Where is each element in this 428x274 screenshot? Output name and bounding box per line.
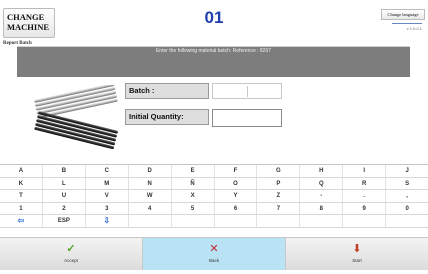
key-1[interactable]: 1 [0, 202, 43, 214]
key-z[interactable]: Z [257, 190, 301, 202]
keyboard-row: TUVWXYZ-., [0, 190, 428, 203]
key-m[interactable]: M [85, 177, 129, 189]
instruction-message: Enter the following material batch: Refe… [155, 48, 272, 54]
key-a[interactable]: A [0, 165, 43, 177]
screen-number: 01 [204, 8, 224, 27]
x-icon: ✕ [209, 243, 219, 255]
key-4[interactable]: 4 [128, 202, 172, 214]
key--[interactable]: - [300, 190, 344, 202]
key-8[interactable]: 8 [300, 202, 344, 214]
key-v[interactable]: V [85, 190, 129, 202]
change-language-button[interactable]: Change language [381, 9, 425, 20]
dark-rods [34, 111, 118, 149]
key-ñ[interactable]: Ñ [171, 177, 215, 189]
text-cursor [247, 86, 248, 97]
message-bar: Enter the following material batch: Refe… [17, 46, 410, 77]
key-q[interactable]: Q [300, 177, 344, 189]
keyboard-row: KLMNÑOPQRS [0, 177, 428, 190]
key-k[interactable]: K [0, 177, 43, 189]
key-s[interactable]: S [386, 177, 428, 189]
key-9[interactable]: 9 [343, 202, 387, 214]
key-c[interactable]: C [85, 165, 129, 177]
language-link[interactable] [392, 22, 422, 24]
key-w[interactable]: W [128, 190, 172, 202]
key-6[interactable]: 6 [214, 202, 258, 214]
key-l[interactable]: L [42, 177, 86, 189]
key-b[interactable]: B [42, 165, 86, 177]
key-3[interactable]: 3 [85, 202, 129, 214]
key-0[interactable]: 0 [386, 202, 428, 214]
on-screen-keyboard: ABCDEFGHIJKLMNÑOPQRSTUVWXYZ-.,1234567890… [0, 164, 428, 228]
initial-quantity-input[interactable] [212, 109, 282, 127]
back-label: Back [208, 258, 219, 263]
batch-label: Batch : [125, 83, 209, 99]
initial-quantity-label: Initial Quantity: [125, 109, 209, 125]
start-button[interactable]: ⬇ Start [286, 238, 428, 270]
key-2[interactable]: 2 [42, 202, 86, 214]
batch-input[interactable] [212, 83, 282, 99]
key-p[interactable]: P [257, 177, 301, 189]
start-icon: ⬇ [352, 243, 362, 255]
key-g[interactable]: G [257, 165, 301, 177]
key-.[interactable]: . [343, 190, 387, 202]
empty-key-slot [214, 215, 258, 227]
empty-key-slot [128, 215, 172, 227]
empty-key-slot [386, 215, 428, 227]
key-d[interactable]: D [128, 165, 172, 177]
start-label: Start [352, 258, 362, 263]
key-i[interactable]: I [343, 165, 387, 177]
keyboard-row: ABCDEFGHIJ [0, 165, 428, 178]
check-icon: ✓ [66, 243, 76, 255]
version-label: v 1.0.0.1 [406, 26, 422, 31]
accept-label: Accept [64, 258, 78, 263]
change-machine-button[interactable]: CHANGE MACHINE [3, 8, 55, 38]
key-7[interactable]: 7 [257, 202, 301, 214]
shift-arrow-icon[interactable]: ⇩ [85, 215, 129, 227]
keyboard-row: ⇦ ESP ⇩ [0, 215, 428, 228]
key-,[interactable]: , [386, 190, 428, 202]
key-y[interactable]: Y [214, 190, 258, 202]
action-bar: ✓ Accept ✕ Back ⬇ Start [0, 237, 428, 270]
key-e[interactable]: E [171, 165, 215, 177]
back-button[interactable]: ✕ Back [143, 238, 286, 270]
key-x[interactable]: X [171, 190, 215, 202]
backspace-arrow-icon[interactable]: ⇦ [0, 215, 43, 227]
key-t[interactable]: T [0, 190, 43, 202]
key-j[interactable]: J [386, 165, 428, 177]
key-r[interactable]: R [343, 177, 387, 189]
key-5[interactable]: 5 [171, 202, 215, 214]
empty-key-slot [171, 215, 215, 227]
key-n[interactable]: N [128, 177, 172, 189]
empty-key-slot [300, 215, 344, 227]
material-image [34, 85, 118, 149]
empty-key-slot [257, 215, 301, 227]
key-o[interactable]: O [214, 177, 258, 189]
space-key[interactable]: ESP [42, 215, 86, 227]
key-f[interactable]: F [214, 165, 258, 177]
keyboard-row: 1234567890 [0, 202, 428, 215]
key-h[interactable]: H [300, 165, 344, 177]
key-u[interactable]: U [42, 190, 86, 202]
accept-button[interactable]: ✓ Accept [0, 238, 143, 270]
empty-key-slot [343, 215, 387, 227]
